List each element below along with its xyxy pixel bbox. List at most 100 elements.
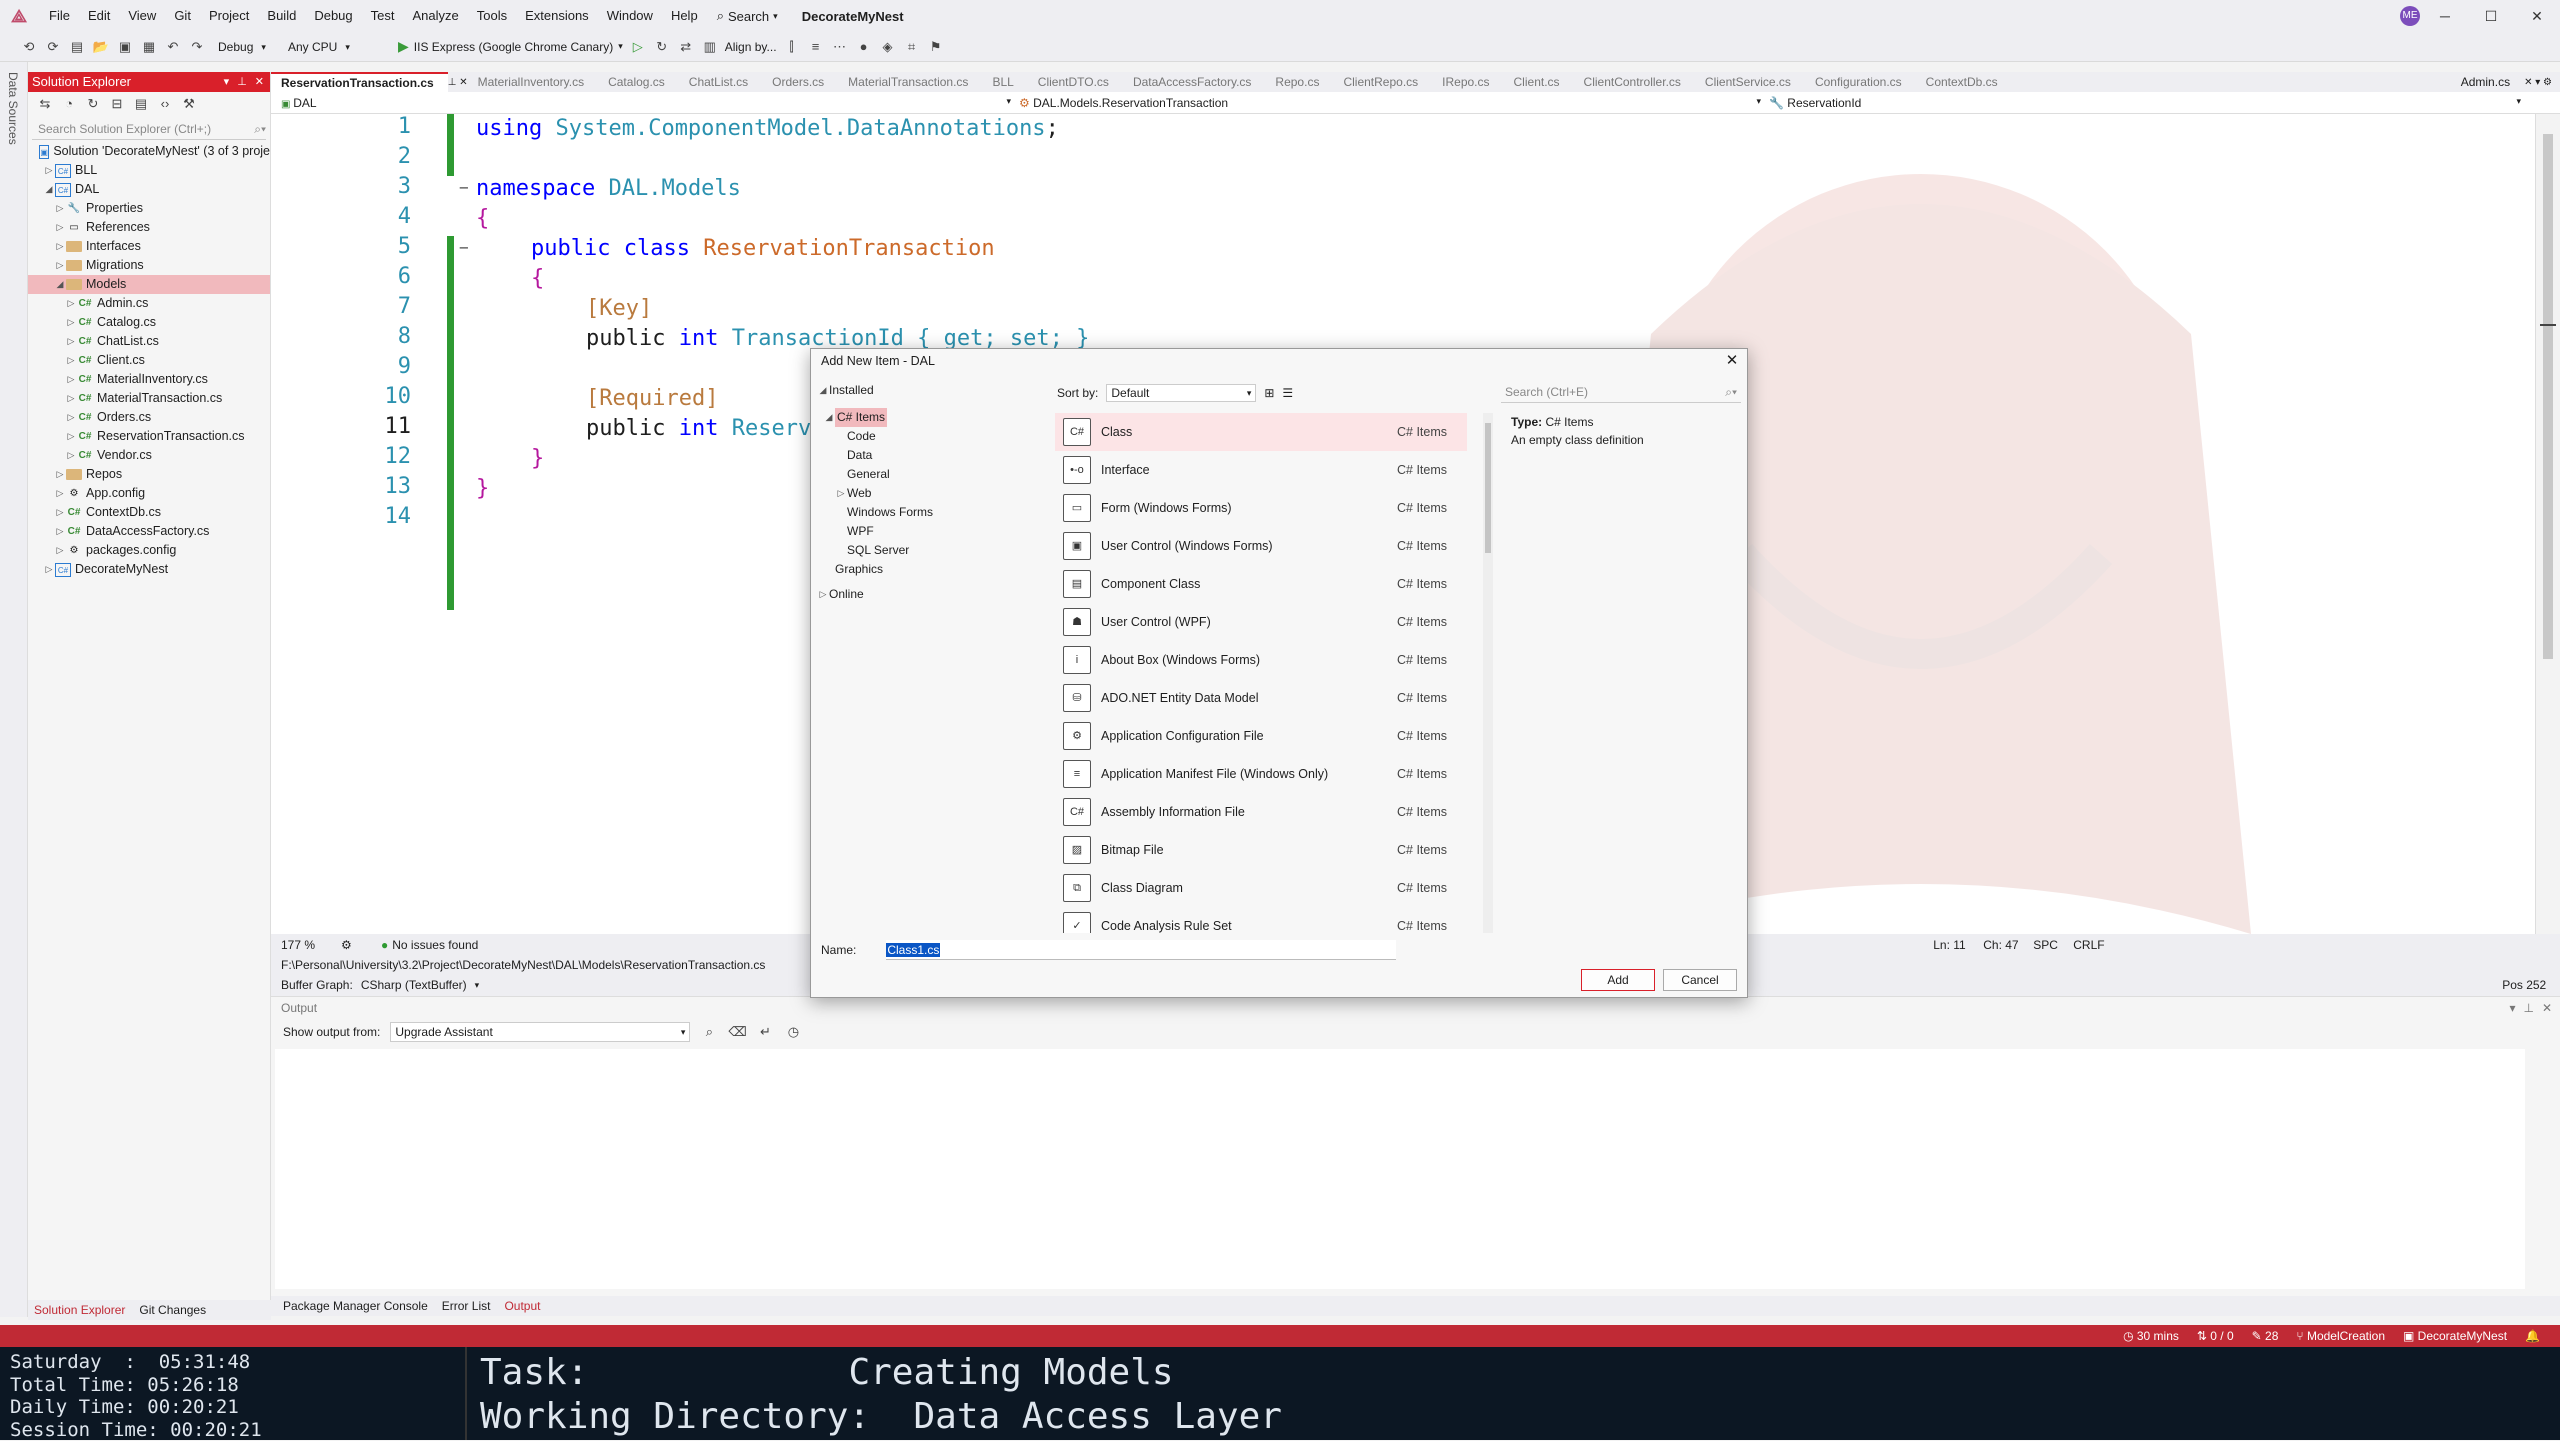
menu-project[interactable]: Project [200, 0, 258, 32]
align-by-label[interactable]: Align by... [725, 40, 777, 54]
dropdown-icon[interactable]: ▾ [224, 72, 230, 92]
document-tab[interactable]: Configuration.cs [1805, 72, 1916, 92]
type-dropdown[interactable]: ⚙ DAL.Models.ReservationTransaction ▾ [1011, 96, 1761, 110]
align-icon[interactable]: ⫿ [783, 38, 801, 56]
menu-window[interactable]: Window [598, 0, 662, 32]
clear-icon[interactable]: ⌫ [728, 1023, 746, 1041]
output-source-select[interactable]: Upgrade Assistant ▾ [390, 1022, 691, 1042]
platform-combo[interactable]: Any CPU ▾ [282, 36, 392, 58]
tree-item[interactable]: ▷ C# DecorateMyNest [28, 560, 270, 579]
forward-icon[interactable]: ⟳ [44, 38, 62, 56]
tab-solution-explorer[interactable]: Solution Explorer [34, 1300, 125, 1320]
sync-status[interactable]: ⇅ 0 / 0 [2197, 1329, 2234, 1343]
template-search-input[interactable]: Search (Ctrl+E) ⌕▾ [1501, 381, 1741, 403]
category-item[interactable]: Code [817, 427, 1047, 446]
category-item[interactable]: WPF [817, 522, 1047, 541]
save-icon[interactable]: ▣ [116, 38, 134, 56]
tree-item-installed[interactable]: ◢ Installed [817, 381, 1047, 400]
tree-item[interactable]: ▷ C# Admin.cs [28, 294, 270, 313]
template-item[interactable]: ≡ Application Manifest File (Windows Only… [1055, 755, 1467, 793]
editor-scrollbar[interactable] [2535, 114, 2560, 934]
data-sources-tab[interactable]: Data Sources [6, 72, 20, 145]
timestamp-icon[interactable]: ◷ [784, 1023, 802, 1041]
tree-item[interactable]: ▣ Solution 'DecorateMyNest' (3 of 3 proje [28, 142, 270, 161]
menu-test[interactable]: Test [362, 0, 404, 32]
template-item[interactable]: •-o Interface C# Items [1055, 451, 1467, 489]
tree-item[interactable]: ▷ Interfaces [28, 237, 270, 256]
scrollbar-thumb[interactable] [2543, 134, 2553, 659]
tree-item[interactable]: ▷ C# Catalog.cs [28, 313, 270, 332]
menu-help[interactable]: Help [662, 0, 707, 32]
tree-item[interactable]: ▷ Migrations [28, 256, 270, 275]
sort-select[interactable]: Default ▾ [1106, 384, 1257, 402]
record-icon[interactable]: ● [855, 38, 873, 56]
template-item[interactable]: C# Class C# Items [1055, 413, 1467, 451]
close-icon[interactable]: ✕ [255, 72, 264, 92]
document-tab[interactable]: ClientDTO.cs [1028, 72, 1123, 92]
layout-icon[interactable]: ▥ [701, 38, 719, 56]
notification-bell-icon[interactable]: 🔔 [2525, 1329, 2540, 1343]
document-tab[interactable]: Catalog.cs [598, 72, 679, 92]
template-item[interactable]: ⛁ ADO.NET Entity Data Model C# Items [1055, 679, 1467, 717]
tree-item[interactable]: ▷ ⚙ packages.config [28, 541, 270, 560]
document-tab[interactable]: ChatList.cs [679, 72, 762, 92]
collapse-all-icon[interactable]: ⊟ [108, 95, 126, 113]
menu-build[interactable]: Build [258, 0, 305, 32]
close-window-button[interactable]: ✕ [2514, 0, 2560, 32]
tab-actions-icon[interactable]: ✕ ▾ ⚙ [2524, 77, 2560, 88]
comment-icon[interactable]: ⌗ [903, 38, 921, 56]
buffer-graph-value[interactable]: CSharp (TextBuffer) [361, 978, 467, 992]
document-tab[interactable]: Client.cs [1504, 72, 1574, 92]
template-item[interactable]: ☗ User Control (WPF) C# Items [1055, 603, 1467, 641]
category-item[interactable]: ◢ C# Items [817, 408, 1047, 427]
document-tab[interactable]: IRepo.cs [1432, 72, 1503, 92]
document-tab[interactable]: MaterialInventory.cs [468, 72, 598, 92]
add-button[interactable]: Add [1581, 969, 1655, 991]
find-icon[interactable]: ⌕ [700, 1023, 718, 1041]
redo-icon[interactable]: ↷ [188, 38, 206, 56]
document-tab[interactable]: ClientRepo.cs [1333, 72, 1432, 92]
distribute-icon[interactable]: ≡ [807, 38, 825, 56]
save-all-icon[interactable]: ▦ [140, 38, 158, 56]
menu-file[interactable]: File [40, 0, 79, 32]
minimize-button[interactable]: ─ [2422, 0, 2468, 32]
refresh-icon[interactable]: ↻ [84, 95, 102, 113]
tree-item[interactable]: ▷ Repos [28, 465, 270, 484]
grid-view-icon[interactable]: ⊞ [1264, 386, 1274, 400]
dropdown-icon[interactable]: ▾ [2509, 997, 2515, 1019]
configuration-combo[interactable]: Debug ▾ [212, 36, 276, 58]
tab-error-list[interactable]: Error List [442, 1296, 491, 1316]
template-item[interactable]: ▣ User Control (Windows Forms) C# Items [1055, 527, 1467, 565]
maximize-button[interactable]: ☐ [2468, 0, 2514, 32]
template-item[interactable]: ▤ Component Class C# Items [1055, 565, 1467, 603]
tree-item[interactable]: ◢ Models [28, 275, 270, 294]
solution-explorer-search-input[interactable]: Search Solution Explorer (Ctrl+;) ⌕▾ [32, 118, 266, 140]
hot-reload-icon[interactable]: ↻ [653, 38, 671, 56]
template-item[interactable]: ▭ Form (Windows Forms) C# Items [1055, 489, 1467, 527]
timer-status[interactable]: ◷ 30 mins [2123, 1329, 2179, 1343]
tree-item[interactable]: ▷ C# ChatList.cs [28, 332, 270, 351]
template-item[interactable]: i About Box (Windows Forms) C# Items [1055, 641, 1467, 679]
document-tab[interactable]: ReservationTransaction.cs [271, 72, 448, 92]
template-item[interactable]: ▨ Bitmap File C# Items [1055, 831, 1467, 869]
pin-icon[interactable]: ⊥ [2523, 997, 2533, 1019]
tab-git-changes[interactable]: Git Changes [139, 1300, 206, 1320]
start-without-debugging-icon[interactable]: ▷ [629, 38, 647, 56]
sync-icon[interactable]: ⇆ [36, 95, 54, 113]
category-item[interactable]: General [817, 465, 1047, 484]
menu-extensions[interactable]: Extensions [516, 0, 598, 32]
template-item[interactable]: ⚙ Application Configuration File C# Items [1055, 717, 1467, 755]
output-text-area[interactable] [275, 1049, 2525, 1289]
repo-status[interactable]: ▣ DecorateMyNest [2403, 1329, 2507, 1343]
tree-item[interactable]: ▷ C# ReservationTransaction.cs [28, 427, 270, 446]
document-tab[interactable]: ClientController.cs [1574, 72, 1695, 92]
template-item[interactable]: ⧉ Class Diagram C# Items [1055, 869, 1467, 907]
properties-icon[interactable]: ⚒ [180, 95, 198, 113]
settings-icon[interactable]: ⚙ [341, 938, 381, 952]
edits-status[interactable]: ✎ 28 [2252, 1329, 2279, 1343]
tree-item[interactable]: ▷ C# Orders.cs [28, 408, 270, 427]
tab-output[interactable]: Output [504, 1296, 540, 1316]
menu-view[interactable]: View [119, 0, 165, 32]
menu-git[interactable]: Git [165, 0, 200, 32]
new-project-icon[interactable]: ▤ [68, 38, 86, 56]
